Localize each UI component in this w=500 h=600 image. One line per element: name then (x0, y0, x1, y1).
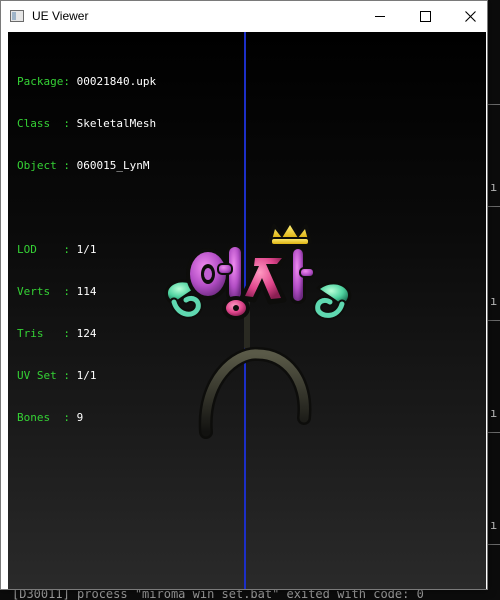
info-value: 1/1 (76, 243, 97, 256)
info-row-tris: Tris : 124 (17, 327, 156, 341)
model-crown (268, 220, 312, 246)
console-divider (488, 104, 500, 105)
skeletal-mesh-model[interactable] (158, 182, 358, 442)
info-value: 060015_LynM (76, 159, 150, 172)
window-icon[interactable] (10, 10, 24, 22)
info-row-bones: Bones : 9 (17, 411, 156, 425)
info-row-class: Class : SkeletalMesh (17, 117, 156, 131)
info-value: 124 (76, 327, 97, 340)
3d-viewport[interactable]: Package: 00021840.upk Class : SkeletalMe… (8, 32, 486, 589)
console-glyph: ı (490, 406, 498, 420)
window-title: UE Viewer (32, 9, 89, 23)
info-label: Object : (17, 159, 70, 172)
info-label: LOD : (17, 243, 70, 256)
maximize-button[interactable] (402, 1, 448, 31)
info-value: 9 (76, 411, 84, 424)
console-glyph: ı (490, 294, 498, 308)
title-bar[interactable]: UE Viewer (1, 1, 487, 31)
console-glyph: ı (490, 518, 498, 532)
info-label: Class : (17, 117, 70, 130)
model-glyph-purple (186, 244, 244, 302)
info-label: UV Set : (17, 369, 70, 382)
model-glyph-pink (239, 246, 315, 305)
console-divider (488, 432, 500, 433)
console-divider (488, 544, 500, 545)
console-glyph: ı (490, 180, 498, 194)
minimize-icon (375, 15, 385, 17)
background-console-edge: ı ı ı ı (488, 98, 500, 600)
console-divider (488, 320, 500, 321)
info-value: 00021840.upk (76, 75, 157, 88)
info-value: 1/1 (76, 369, 97, 382)
info-value: SkeletalMesh (76, 117, 157, 130)
info-label: Package: (17, 75, 70, 88)
close-icon (464, 10, 476, 22)
info-label: Tris : (17, 327, 70, 340)
info-row-verts: Verts : 114 (17, 285, 156, 299)
info-row-uvset: UV Set : 1/1 (17, 369, 156, 383)
maximize-icon (419, 10, 431, 22)
console-divider (488, 206, 500, 207)
model-right-wing (313, 281, 352, 320)
mesh-info-overlay: Package: 00021840.upk Class : SkeletalMe… (17, 47, 156, 453)
info-row-lod: LOD : 1/1 (17, 243, 156, 257)
info-value: 114 (76, 285, 97, 298)
close-button[interactable] (447, 1, 493, 31)
minimize-button[interactable] (357, 1, 403, 31)
info-row-package: Package: 00021840.upk (17, 75, 156, 89)
info-label: Bones : (17, 411, 70, 424)
info-label: Verts : (17, 285, 70, 298)
ue-viewer-window[interactable]: UE Viewer Package: 00021840.upk Class : … (0, 0, 488, 590)
info-row-object: Object : 060015_LynM (17, 159, 156, 173)
